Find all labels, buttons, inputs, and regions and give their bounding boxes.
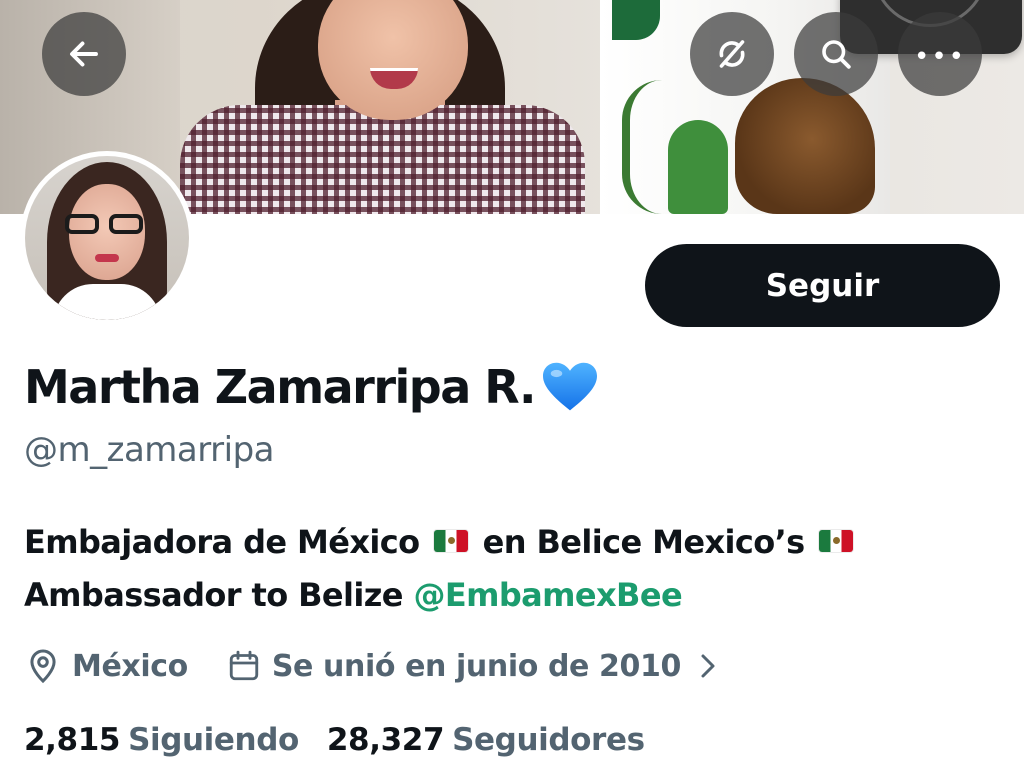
followers-label: Seguidores bbox=[452, 722, 645, 758]
profile-meta: México Se unió en junio de 2010 bbox=[24, 640, 721, 692]
avatar-photo bbox=[25, 156, 189, 320]
profile-handle: @m_zamarripa bbox=[24, 430, 274, 470]
following-label: Siguiendo bbox=[128, 722, 299, 758]
followers-count: 28,327 bbox=[326, 722, 445, 758]
search-button[interactable] bbox=[794, 12, 878, 96]
banner-flag-eagle bbox=[735, 78, 875, 214]
calendar-icon bbox=[229, 650, 259, 681]
more-button[interactable]: ••• bbox=[898, 12, 982, 96]
search-icon bbox=[822, 40, 851, 69]
arrow-left-icon bbox=[70, 41, 98, 67]
avatar-glasses bbox=[65, 214, 149, 236]
banner-person-shirt bbox=[180, 105, 585, 214]
profile-stats: 2,815 Siguiendo 28,327 Seguidores bbox=[24, 716, 645, 764]
banner-flag-wreath bbox=[622, 80, 670, 214]
location-pin-icon bbox=[30, 649, 56, 684]
profile-location: México bbox=[72, 648, 188, 684]
bio-line-2: Ambassador to Belize @EmbamexBee bbox=[24, 569, 984, 622]
following-link[interactable]: 2,815 Siguiendo bbox=[24, 722, 299, 758]
bio-text: en Belice Mexico’s bbox=[482, 523, 806, 561]
bio-text: Ambassador to Belize bbox=[24, 576, 404, 614]
avatar-lips bbox=[95, 254, 119, 262]
avatar[interactable] bbox=[20, 151, 194, 325]
followers-link[interactable]: 28,327 Seguidores bbox=[327, 722, 645, 758]
bio-mention-link[interactable]: @EmbamexBee bbox=[413, 576, 682, 614]
sync-off-icon bbox=[719, 40, 745, 68]
bio-line-1: Embajadora de México en Belice Mexico’s bbox=[24, 516, 984, 569]
following-count: 2,815 bbox=[24, 722, 121, 758]
more-icon: ••• bbox=[913, 42, 966, 72]
banner-flag-cactus bbox=[668, 120, 728, 214]
profile-bio: Embajadora de México en Belice Mexico’s … bbox=[24, 516, 984, 622]
profile-joined-date[interactable]: Se unió en junio de 2010 bbox=[272, 649, 682, 684]
back-button[interactable] bbox=[42, 12, 126, 96]
sync-button[interactable] bbox=[690, 12, 774, 96]
blue-heart-icon bbox=[543, 362, 598, 411]
profile-name-row: Martha Zamarripa R. bbox=[24, 355, 599, 419]
mexico-flag-icon bbox=[819, 530, 854, 552]
mexico-flag-icon bbox=[434, 530, 469, 552]
display-name: Martha Zamarripa R. bbox=[24, 360, 537, 414]
chevron-right-icon[interactable] bbox=[695, 651, 721, 681]
follow-button[interactable]: Seguir bbox=[645, 244, 1000, 327]
bio-text: Embajadora de México bbox=[24, 523, 420, 561]
